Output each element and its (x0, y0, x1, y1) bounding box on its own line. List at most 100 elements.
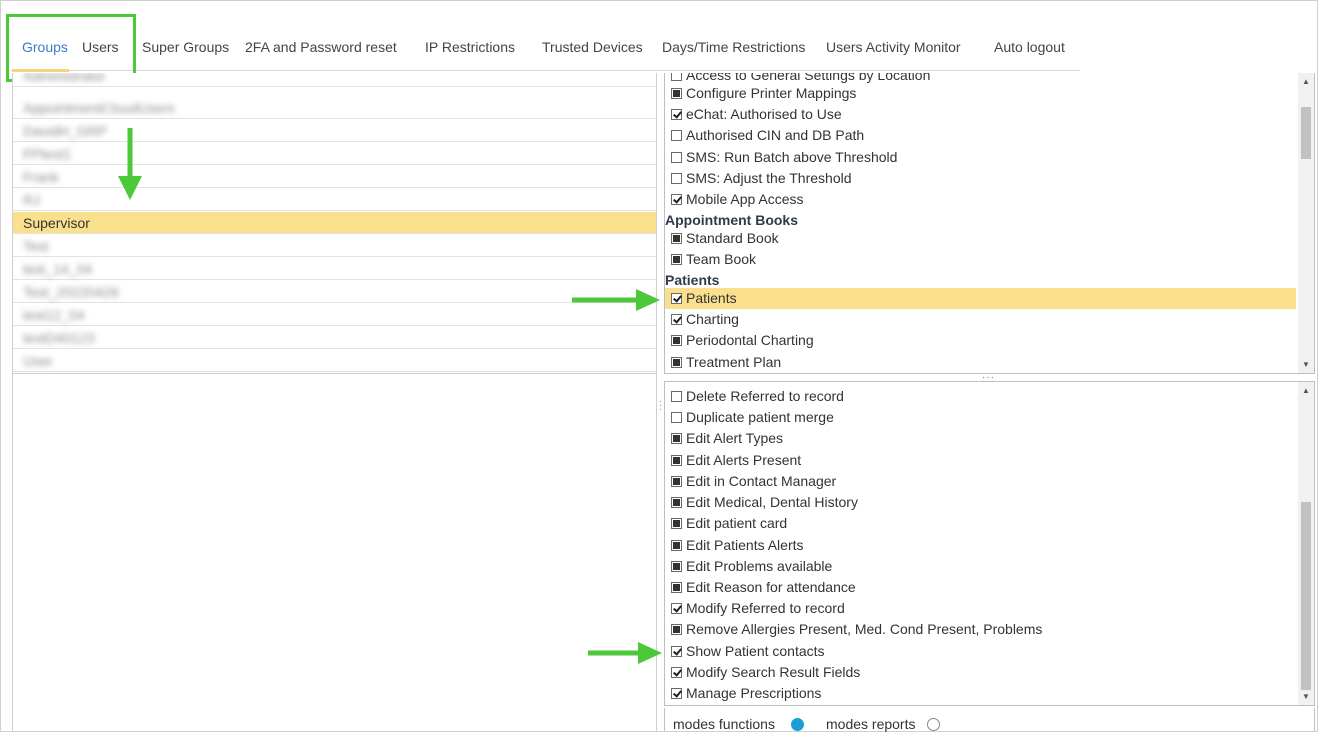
modes-functions-radio[interactable] (791, 718, 804, 731)
group-row[interactable]: AppointmentCloudUsers (13, 97, 656, 119)
permission-item[interactable]: Authorised CIN and DB Path (665, 125, 1296, 146)
checkbox[interactable] (671, 412, 682, 423)
group-row[interactable]: Test (13, 235, 656, 257)
group-row[interactable]: FPtest1 (13, 143, 656, 165)
permission-item[interactable]: Configure Printer Mappings (665, 83, 1296, 104)
checkbox-checked[interactable] (671, 109, 682, 120)
checkbox-partial[interactable] (671, 455, 682, 466)
checkbox-checked[interactable] (671, 688, 682, 699)
modes-reports-label: modes reports (826, 716, 916, 732)
checkbox[interactable] (671, 152, 682, 163)
permission-item[interactable]: Team Book (665, 249, 1296, 270)
permission-item[interactable]: Edit Medical, Dental History (665, 492, 1296, 513)
permission-item-selected[interactable]: Patients (665, 288, 1296, 309)
checkbox-partial[interactable] (671, 88, 682, 99)
group-row[interactable]: test_14_04 (13, 258, 656, 280)
checkbox[interactable] (671, 391, 682, 402)
tab-bar: Groups Users Super Groups 2FA and Passwo… (10, 30, 1080, 72)
group-row-selected[interactable]: Supervisor (13, 212, 656, 234)
checkbox-partial[interactable] (671, 624, 682, 635)
group-row[interactable]: Frank (13, 166, 656, 188)
permission-item[interactable]: Edit in Contact Manager (665, 471, 1296, 492)
checkbox-checked[interactable] (671, 194, 682, 205)
checkbox-partial[interactable] (671, 357, 682, 368)
checkbox-partial[interactable] (671, 561, 682, 572)
checkbox-partial[interactable] (671, 476, 682, 487)
section-heading-appointment-books: Appointment Books (665, 212, 798, 228)
tab-2fa-password-reset[interactable]: 2FA and Password reset (245, 39, 397, 55)
permission-item[interactable]: Edit Alert Types (665, 428, 1296, 449)
modes-functions-label: modes functions (673, 716, 775, 732)
checkbox-checked[interactable] (671, 314, 682, 325)
permission-item[interactable]: Edit Reason for attendance (665, 577, 1296, 598)
group-row[interactable]: Administrator (13, 73, 656, 87)
group-row[interactable]: Test_20220426 (13, 281, 656, 303)
vertical-scrollbar[interactable]: ▲ ▼ (1298, 382, 1314, 705)
checkbox-checked[interactable] (671, 603, 682, 614)
annotation-highlight-box (6, 14, 136, 82)
permission-item[interactable]: Delete Referred to record (665, 386, 1296, 407)
checkbox-partial[interactable] (671, 540, 682, 551)
scrollbar-thumb[interactable] (1301, 502, 1311, 690)
permission-item[interactable]: Edit Alerts Present (665, 450, 1296, 471)
permission-item[interactable]: Duplicate patient merge (665, 407, 1296, 428)
permission-item[interactable]: Edit Patients Alerts (665, 535, 1296, 556)
section-heading-patients: Patients (665, 272, 720, 288)
vertical-scrollbar[interactable]: ▲ ▼ (1298, 73, 1314, 373)
permission-item[interactable]: Periodontal Charting (665, 330, 1296, 351)
checkbox-partial[interactable] (671, 433, 682, 444)
checkbox-partial[interactable] (671, 233, 682, 244)
checkbox-partial[interactable] (671, 254, 682, 265)
vertical-splitter-handle[interactable]: · · · (659, 397, 662, 415)
checkbox-checked[interactable] (671, 646, 682, 657)
scroll-up-arrow-icon[interactable]: ▲ (1302, 77, 1310, 86)
tab-trusted-devices[interactable]: Trusted Devices (542, 39, 643, 55)
modes-reports-radio[interactable] (927, 718, 940, 731)
checkbox-partial[interactable] (671, 335, 682, 346)
permission-item[interactable]: SMS: Run Batch above Threshold (665, 147, 1296, 168)
tab-ip-restrictions[interactable]: IP Restrictions (425, 39, 515, 55)
scroll-up-arrow-icon[interactable]: ▲ (1302, 386, 1310, 395)
permissions-tree-top: Access to General Settings by Location C… (664, 73, 1315, 374)
group-row[interactable]: DavidH_GRP (13, 120, 656, 142)
tab-days-time-restrictions[interactable]: Days/Time Restrictions (662, 39, 805, 55)
scroll-down-arrow-icon[interactable]: ▼ (1302, 692, 1310, 701)
permission-item[interactable]: eChat: Authorised to Use (665, 104, 1296, 125)
permissions-tree-bottom: Delete Referred to record Duplicate pati… (664, 381, 1315, 706)
modes-toggle-bar: modes functions modes reports (664, 708, 1315, 732)
group-row[interactable]: test12_04 (13, 304, 656, 326)
checkbox[interactable] (671, 73, 682, 81)
permission-item[interactable]: Remove Allergies Present, Med. Cond Pres… (665, 619, 1296, 640)
permission-item[interactable]: Edit Problems available (665, 556, 1296, 577)
groups-list: Administrator AppointmentCloudUsers Davi… (12, 73, 657, 374)
permission-item[interactable]: Standard Book (665, 228, 1296, 249)
annotation-arrow-right-icon (572, 289, 660, 311)
checkbox-partial[interactable] (671, 582, 682, 593)
tab-auto-logout[interactable]: Auto logout (994, 39, 1065, 55)
annotation-arrow-down-icon (118, 128, 142, 200)
left-panel-empty-area (12, 373, 657, 731)
checkbox-checked[interactable] (671, 293, 682, 304)
group-row[interactable]: RJ (13, 189, 656, 211)
checkbox-partial[interactable] (671, 497, 682, 508)
permission-item[interactable]: Mobile App Access (665, 189, 1296, 210)
checkbox[interactable] (671, 173, 682, 184)
permission-item[interactable]: Treatment Plan (665, 352, 1296, 373)
checkbox-checked[interactable] (671, 667, 682, 678)
scrollbar-thumb[interactable] (1301, 107, 1311, 159)
scroll-down-arrow-icon[interactable]: ▼ (1302, 360, 1310, 369)
permission-item[interactable]: Show Patient contacts (665, 641, 1296, 662)
tab-super-groups[interactable]: Super Groups (142, 39, 229, 55)
permission-item[interactable]: Modify Referred to record (665, 598, 1296, 619)
group-row[interactable]: testD40123 (13, 327, 656, 349)
permission-item[interactable]: Manage Prescriptions (665, 683, 1296, 704)
annotation-arrow-right-icon (588, 642, 662, 664)
checkbox[interactable] (671, 130, 682, 141)
permission-item[interactable]: Modify Search Result Fields (665, 662, 1296, 683)
permission-item[interactable]: Charting (665, 309, 1296, 330)
checkbox-partial[interactable] (671, 518, 682, 529)
group-row[interactable]: User (13, 350, 656, 372)
tab-users-activity-monitor[interactable]: Users Activity Monitor (826, 39, 961, 55)
permission-item[interactable]: Edit patient card (665, 513, 1296, 534)
permission-item[interactable]: SMS: Adjust the Threshold (665, 168, 1296, 189)
